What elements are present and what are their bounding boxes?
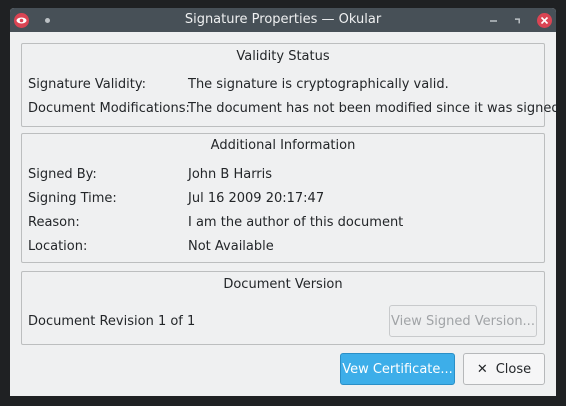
view-certificate-button[interactable]: Vew Certificate... [340,353,455,385]
signing-time-label: Signing Time: [28,191,117,206]
window-title: Signature Properties — Okular [184,12,382,27]
document-revision-label: Document Revision 1 of 1 [28,314,196,329]
signed-by-value: John B Harris [188,167,273,182]
document-version-heading: Document Version [223,277,343,292]
additional-information-heading: Additional Information [210,138,356,153]
signed-by-label: Signed By: [28,167,97,182]
close-window-icon[interactable] [537,13,552,28]
signature-validity-value: The signature is cryptographically valid… [188,77,449,92]
dialog-window: Signature Properties — Okular Validity S… [10,8,556,396]
location-label: Location: [28,239,88,254]
additional-information-group: Additional Information Signed By: John B… [21,133,545,263]
minimize-icon[interactable] [486,13,501,28]
document-modifications-value: The document has not been modified since… [188,101,556,116]
location-value: Not Available [188,239,274,254]
document-modifications-label: Document Modifications: [28,101,190,116]
signature-validity-label: Signature Validity: [28,77,147,92]
document-version-group: Document Version Document Revision 1 of … [21,271,545,345]
reason-value: I am the author of this document [188,215,404,230]
validity-status-heading: Validity Status [236,49,330,64]
close-icon: ✕ [476,361,488,377]
validity-status-group: Validity Status Signature Validity: The … [21,43,556,127]
reason-label: Reason: [28,215,80,230]
title-bar[interactable]: Signature Properties — Okular [10,8,556,32]
close-button[interactable]: ✕ Close [463,353,545,385]
close-button-label: Close [495,361,532,377]
signing-time-value: Jul 16 2009 20:17:47 [188,191,325,206]
view-signed-version-button[interactable]: View Signed Version... [389,305,537,337]
maximize-icon[interactable] [511,13,526,28]
